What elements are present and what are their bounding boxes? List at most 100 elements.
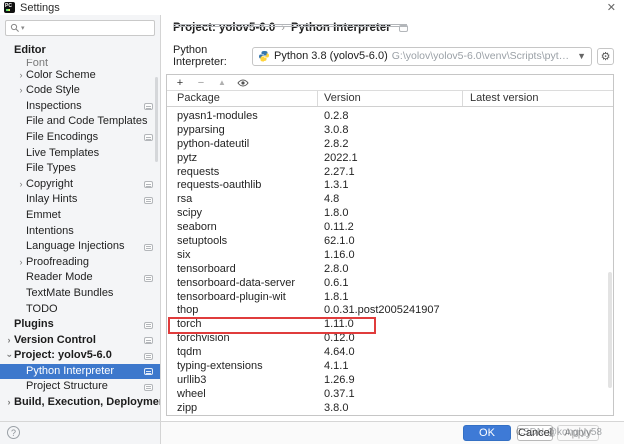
column-divider[interactable] xyxy=(317,91,318,106)
window-title: Settings xyxy=(20,2,60,14)
table-row-tensorboard[interactable]: tensorboard2.8.0 xyxy=(167,263,613,277)
package-name: pyasn1-modules xyxy=(177,110,258,124)
package-version: 4.64.0 xyxy=(324,346,355,360)
sidebar-item-plugins[interactable]: Plugins xyxy=(0,317,160,333)
sidebar-item-project-structure[interactable]: Project Structure xyxy=(0,379,160,395)
remove-package-button[interactable]: − xyxy=(195,76,207,90)
show-early-releases-eye-icon[interactable] xyxy=(237,77,249,89)
table-row-thop[interactable]: thop0.0.31.post2005241907 xyxy=(167,304,613,318)
table-row-requests-oauthlib[interactable]: requests-oauthlib1.3.1 xyxy=(167,179,613,193)
sidebar-item-live-templates[interactable]: Live Templates xyxy=(0,146,160,162)
table-row-typing-extensions[interactable]: typing-extensions4.1.1 xyxy=(167,360,613,374)
table-row-python-dateutil[interactable]: python-dateutil2.8.2 xyxy=(167,138,613,152)
settings-card-icon xyxy=(144,337,153,344)
table-row-wheel[interactable]: wheel0.37.1 xyxy=(167,388,613,402)
sidebar-item-file-and-code-templates[interactable]: File and Code Templates xyxy=(0,114,160,130)
column-header-version[interactable]: Version xyxy=(324,92,361,104)
package-version: 62.1.0 xyxy=(324,235,355,249)
column-header-package[interactable]: Package xyxy=(177,92,220,104)
ok-button[interactable]: OK xyxy=(463,425,511,441)
help-icon[interactable]: ? xyxy=(7,426,20,439)
sidebar-item-python-interpreter[interactable]: Python Interpreter xyxy=(0,364,160,380)
sidebar-item-emmet[interactable]: Emmet xyxy=(0,208,160,224)
table-row-tensorboard-data-server[interactable]: tensorboard-data-server0.6.1 xyxy=(167,277,613,291)
table-row-seaborn[interactable]: seaborn0.11.2 xyxy=(167,221,613,235)
sidebar-item-intentions[interactable]: Intentions xyxy=(0,224,160,240)
sidebar-item-font[interactable]: Font xyxy=(0,59,160,68)
apply-button[interactable]: Apply xyxy=(557,425,599,441)
package-name: six xyxy=(177,249,190,263)
cancel-button[interactable]: Cancel xyxy=(517,425,553,441)
chevron-down-icon[interactable]: ▼ xyxy=(577,51,586,61)
add-package-button[interactable]: + xyxy=(174,76,186,90)
table-row-urllib3[interactable]: urllib31.26.9 xyxy=(167,374,613,388)
sidebar-item-inlay-hints[interactable]: Inlay Hints xyxy=(0,192,160,208)
sidebar-item-proofreading[interactable]: ›Proofreading xyxy=(0,255,160,271)
table-row-tensorboard-plugin-wit[interactable]: tensorboard-plugin-wit1.8.1 xyxy=(167,291,613,305)
package-name: zipp xyxy=(177,402,197,415)
sidebar-item-textmate-bundles[interactable]: TextMate Bundles xyxy=(0,286,160,302)
package-version: 3.0.8 xyxy=(324,124,348,138)
chevron-right-icon[interactable]: › xyxy=(4,333,14,349)
sidebar-item-label: Build, Execution, Deployment xyxy=(14,395,161,411)
package-name: tensorboard-plugin-wit xyxy=(177,291,286,305)
chevron-right-icon[interactable]: › xyxy=(16,177,26,193)
sidebar-item-todo[interactable]: TODO xyxy=(0,302,160,318)
package-version: 1.3.1 xyxy=(324,179,348,193)
table-row-torch[interactable]: torch1.11.0 xyxy=(167,318,613,332)
sidebar-item-label: Version Control xyxy=(14,333,96,349)
sidebar-item-label: Intentions xyxy=(26,224,74,240)
chevron-right-icon[interactable]: › xyxy=(16,255,26,271)
package-version: 0.0.31.post2005241907 xyxy=(324,304,440,318)
sidebar-item-color-scheme[interactable]: ›Color Scheme xyxy=(0,68,160,84)
chevron-right-icon[interactable]: › xyxy=(16,68,26,84)
settings-window: PC Settings ✕ ▾ EditorFont›Color Scheme›… xyxy=(0,0,624,444)
table-row-pytz[interactable]: pytz2022.1 xyxy=(167,152,613,166)
sidebar-item-label: Proofreading xyxy=(26,255,89,271)
sidebar-item-inspections[interactable]: Inspections xyxy=(0,99,160,115)
sidebar-item-label: File Encodings xyxy=(26,130,98,146)
settings-card-icon xyxy=(144,368,153,375)
settings-search[interactable]: ▾ xyxy=(5,20,155,36)
sidebar-item-file-encodings[interactable]: File Encodings xyxy=(0,130,160,146)
sidebar-item-code-style[interactable]: ›Code Style xyxy=(0,83,160,99)
table-row-scipy[interactable]: scipy1.8.0 xyxy=(167,207,613,221)
sidebar-scrollbar[interactable] xyxy=(155,77,158,162)
column-divider[interactable] xyxy=(462,91,463,106)
upgrade-package-button[interactable]: ▲ xyxy=(216,76,228,90)
table-row-torchvision[interactable]: torchvision0.12.0 xyxy=(167,332,613,346)
table-row-rsa[interactable]: rsa4.8 xyxy=(167,193,613,207)
table-row-pyparsing[interactable]: pyparsing3.0.8 xyxy=(167,124,613,138)
table-row-requests[interactable]: requests2.27.1 xyxy=(167,166,613,180)
gear-icon[interactable]: ⚙ xyxy=(597,48,614,65)
sidebar-item-project-yolov5-6-0[interactable]: ›Project: yolov5-6.0 xyxy=(0,348,160,364)
table-row-zipp[interactable]: zipp3.8.0 xyxy=(167,402,613,415)
search-input[interactable] xyxy=(25,23,150,34)
package-name: tensorboard xyxy=(177,263,236,277)
sidebar-item-build-execution-deployment[interactable]: ›Build, Execution, Deployment xyxy=(0,395,160,411)
package-name: tqdm xyxy=(177,346,201,360)
column-header-latest-version[interactable]: Latest version xyxy=(470,92,538,104)
close-icon[interactable]: ✕ xyxy=(607,1,616,14)
sidebar-item-editor[interactable]: Editor xyxy=(0,43,160,59)
sidebar-item-file-types[interactable]: File Types xyxy=(0,161,160,177)
sidebar-item-label: Copyright xyxy=(26,177,73,193)
package-name: setuptools xyxy=(177,235,227,249)
chevron-right-icon[interactable]: › xyxy=(16,83,26,99)
sidebar-item-copyright[interactable]: ›Copyright xyxy=(0,177,160,193)
package-name: seaborn xyxy=(177,221,217,235)
table-row-setuptools[interactable]: setuptools 62.1.0 xyxy=(167,235,613,249)
sidebar-item-reader-mode[interactable]: Reader Mode xyxy=(0,270,160,286)
table-row-six[interactable]: six1.16.0 xyxy=(167,249,613,263)
chevron-right-icon[interactable]: › xyxy=(4,395,14,411)
table-row-tqdm[interactable]: tqdm 4.64.0 xyxy=(167,346,613,360)
sidebar-item-version-control[interactable]: ›Version Control xyxy=(0,333,160,349)
package-name: torchvision xyxy=(177,332,230,346)
table-scrollbar[interactable] xyxy=(608,272,612,388)
settings-card-icon xyxy=(144,275,153,282)
chevron-down-icon[interactable]: › xyxy=(1,351,17,361)
main-panel: Project: yolov5-6.0 › Python Interpreter… xyxy=(162,15,624,421)
sidebar-item-language-injections[interactable]: Language Injections xyxy=(0,239,160,255)
table-row-pyasn1-modules[interactable]: pyasn1-modules0.2.8 xyxy=(167,110,613,124)
interpreter-select[interactable]: Python 3.8 (yolov5-6.0) G:\yolov\yolov5-… xyxy=(252,47,592,66)
